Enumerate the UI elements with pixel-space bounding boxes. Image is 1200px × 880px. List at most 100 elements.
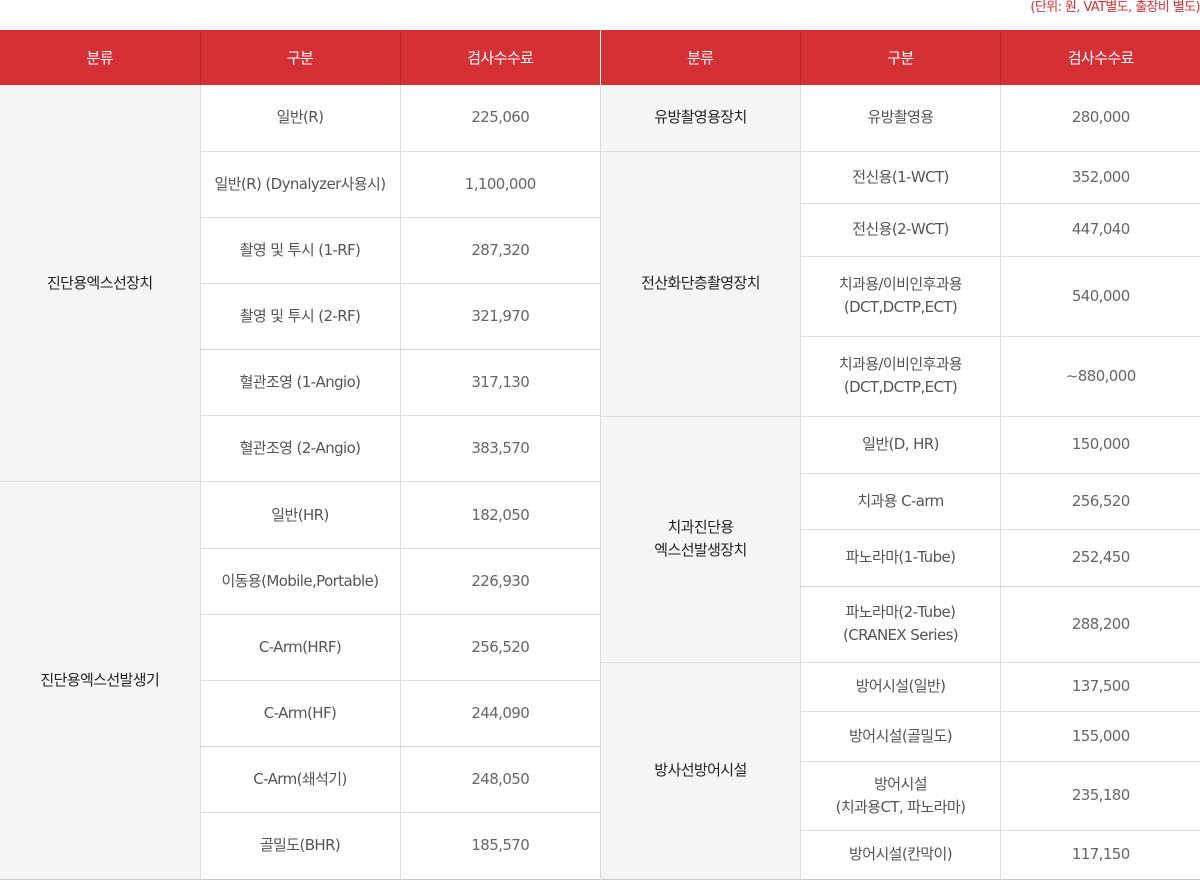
type-label: 일반(R) (Dynalyzer사용시)	[214, 174, 386, 193]
header-category: 분류	[600, 30, 801, 85]
type-label: 일반(R)	[276, 108, 324, 127]
type-label: 혈관조영 (1-Angio)	[239, 373, 361, 392]
table-row: 방사선방어시설 방어시설(일반) 137,500	[600, 661, 1200, 879]
table-row: 치과진단용엑스선발생장치 일반(D, HR) 150,000	[600, 415, 1200, 662]
header-fee: 검사수수료	[399, 30, 600, 85]
type-label: 파노라마(2-Tube)	[845, 603, 956, 621]
type-label: (DCT,DCTP,ECT)	[843, 378, 958, 396]
fee-cell: 317,130	[399, 349, 600, 416]
type-label: 이동용(Mobile,Portable)	[221, 571, 380, 590]
fee-table-right-body: 유방촬영용장치 유방촬영용 280,000 전산화단층촬영장치 전신용(1-WCT) 35…	[600, 85, 1200, 879]
type-cell: 촬영 및 투시 (2-RF)	[199, 282, 400, 350]
type-cell: 파노라마(2-Tube) (CRANEX Series)	[800, 585, 1001, 662]
fee-cell: 235,180	[1000, 760, 1200, 830]
category-label: 진단용엑스선발생기	[40, 670, 160, 689]
table-row: 전산화단층촬영장치 전신용(1-WCT) 352,000	[600, 150, 1200, 416]
category-label: 치과진단용	[667, 518, 734, 536]
type-label: 방어시설(칸막이)	[849, 845, 953, 863]
category-label: 유방촬영용장치	[654, 108, 747, 127]
fee-cell: 137,500	[1000, 661, 1200, 711]
type-label: (치과용CT, 파노라마)	[835, 797, 966, 816]
type-cell: 전신용(2-WCT)	[800, 202, 1001, 256]
fee-cell: 383,570	[399, 415, 600, 482]
category-cell: 치과진단용엑스선발생장치	[600, 415, 801, 662]
fee-table-left: 분류 구분 검사수수료 진단용엑스선장치 일반(R) 225,060 일반(R) (D…	[0, 30, 600, 880]
type-label: 촬영 및 투시 (1-RF)	[239, 240, 361, 259]
fee-cell: 540,000	[1000, 255, 1200, 336]
type-label: 촬영 및 투시 (2-RF)	[239, 307, 361, 326]
type-cell: 이동용(Mobile,Portable)	[199, 547, 400, 615]
fee-cell: 256,520	[1000, 472, 1200, 529]
type-cell: 혈관조영 (1-Angio)	[199, 349, 400, 416]
fee-cell: 185,570	[399, 812, 600, 879]
type-cell: 전신용(1-WCT)	[800, 150, 1001, 203]
type-label: (DCT,DCTP,ECT)	[843, 298, 958, 316]
type-label: 방어시설(일반)	[855, 677, 946, 695]
type-label: 파노라마(1-Tube)	[845, 548, 956, 566]
fee-cell: 182,050	[399, 481, 600, 549]
category-cell: 방사선방어시설	[600, 661, 801, 879]
type-cell: 일반(HR)	[199, 481, 400, 549]
type-cell: 파노라마(1-Tube)	[800, 528, 1001, 586]
fee-cell: 117,150	[1000, 829, 1200, 879]
category-cell: 진단용엑스선장치	[0, 85, 200, 482]
type-cell: 치과용/이비인후과용 (DCT,DCTP,ECT)	[800, 335, 1001, 416]
type-cell: 일반(R) (Dynalyzer사용시)	[199, 150, 400, 218]
type-label: 치과용 C-arm	[857, 491, 944, 510]
category-cell: 진단용엑스선발생기	[0, 481, 200, 879]
type-cell: 방어시설(골밀도)	[800, 710, 1001, 761]
fee-cell: 280,000	[1000, 85, 1200, 151]
type-label: 치과용/이비인후과용	[838, 355, 963, 373]
fee-cell: 256,520	[399, 613, 600, 681]
fee-cell: 352,000	[1000, 150, 1200, 203]
header-type: 구분	[199, 30, 400, 85]
fee-cell: 150,000	[1000, 415, 1200, 473]
category-cell: 전산화단층촬영장치	[600, 150, 801, 416]
type-cell: 방어시설(일반)	[800, 661, 1001, 711]
fee-cell: 447,040	[1000, 202, 1200, 256]
type-cell: 혈관조영 (2-Angio)	[199, 415, 400, 482]
type-cell: 치과용 C-arm	[800, 472, 1001, 529]
type-cell: 방어시설 (치과용CT, 파노라마)	[800, 760, 1001, 830]
type-label: 전신용(1-WCT)	[852, 167, 949, 186]
type-cell: C-Arm(쇄석기)	[199, 746, 400, 813]
fee-cell: 248,050	[399, 746, 600, 813]
type-label: 전신용(2-WCT)	[852, 220, 949, 238]
type-label: 일반(HR)	[271, 505, 329, 524]
fee-tables: 분류 구분 검사수수료 진단용엑스선장치 일반(R) 225,060 일반(R) (D…	[0, 30, 1200, 880]
type-cell: C-Arm(HF)	[199, 679, 400, 747]
type-label: 방어시설(골밀도)	[849, 726, 953, 745]
type-cell: C-Arm(HRF)	[199, 613, 400, 681]
type-label: 골밀도(BHR)	[259, 836, 341, 855]
type-cell: 유방촬영용	[800, 85, 1001, 151]
type-label: 혈관조영 (2-Angio)	[239, 439, 361, 458]
fee-cell: 1,100,000	[399, 150, 600, 218]
fee-cell: 244,090	[399, 679, 600, 747]
type-cell: 일반(D, HR)	[800, 415, 1001, 473]
fee-cell: 155,000	[1000, 710, 1200, 761]
fee-cell: 252,450	[1000, 528, 1200, 586]
fee-cell: 225,060	[399, 85, 600, 152]
fee-cell: ~880,000	[1000, 335, 1200, 416]
header-row: 분류 구분 검사수수료	[600, 30, 1200, 85]
table-row: 진단용엑스선장치 일반(R) 225,060	[0, 85, 600, 482]
fee-table-right: 분류 구분 검사수수료 유방촬영용장치 유방촬영용 280,000 전산화단층촬영장치…	[600, 30, 1200, 880]
unit-note: (단위: 원, VAT별도, 출장비 별도)	[1030, 0, 1200, 15]
category-label: 방사선방어시설	[654, 761, 747, 779]
category-cell: 유방촬영용장치	[600, 85, 801, 151]
type-cell: 방어시설(칸막이)	[800, 829, 1001, 879]
fee-cell: 288,200	[1000, 585, 1200, 662]
fee-table-left-body: 진단용엑스선장치 일반(R) 225,060 일반(R) (Dynalyzer사용시)…	[0, 85, 600, 879]
type-label: C-Arm(HF)	[263, 703, 337, 722]
fee-cell: 321,970	[399, 282, 600, 350]
type-cell: 일반(R)	[199, 85, 400, 152]
type-label: 방어시설	[874, 774, 927, 793]
category-label: 엑스선발생장치	[654, 541, 747, 559]
type-label: C-Arm(HRF)	[258, 637, 342, 656]
type-cell: 골밀도(BHR)	[199, 812, 400, 879]
type-label: C-Arm(쇄석기)	[253, 770, 347, 789]
table-row: 진단용엑스선발생기 일반(HR) 182,050	[0, 481, 600, 879]
type-cell: 촬영 및 투시 (1-RF)	[199, 216, 400, 284]
type-label: 치과용/이비인후과용	[838, 275, 963, 293]
type-label: 일반(D, HR)	[862, 435, 939, 453]
